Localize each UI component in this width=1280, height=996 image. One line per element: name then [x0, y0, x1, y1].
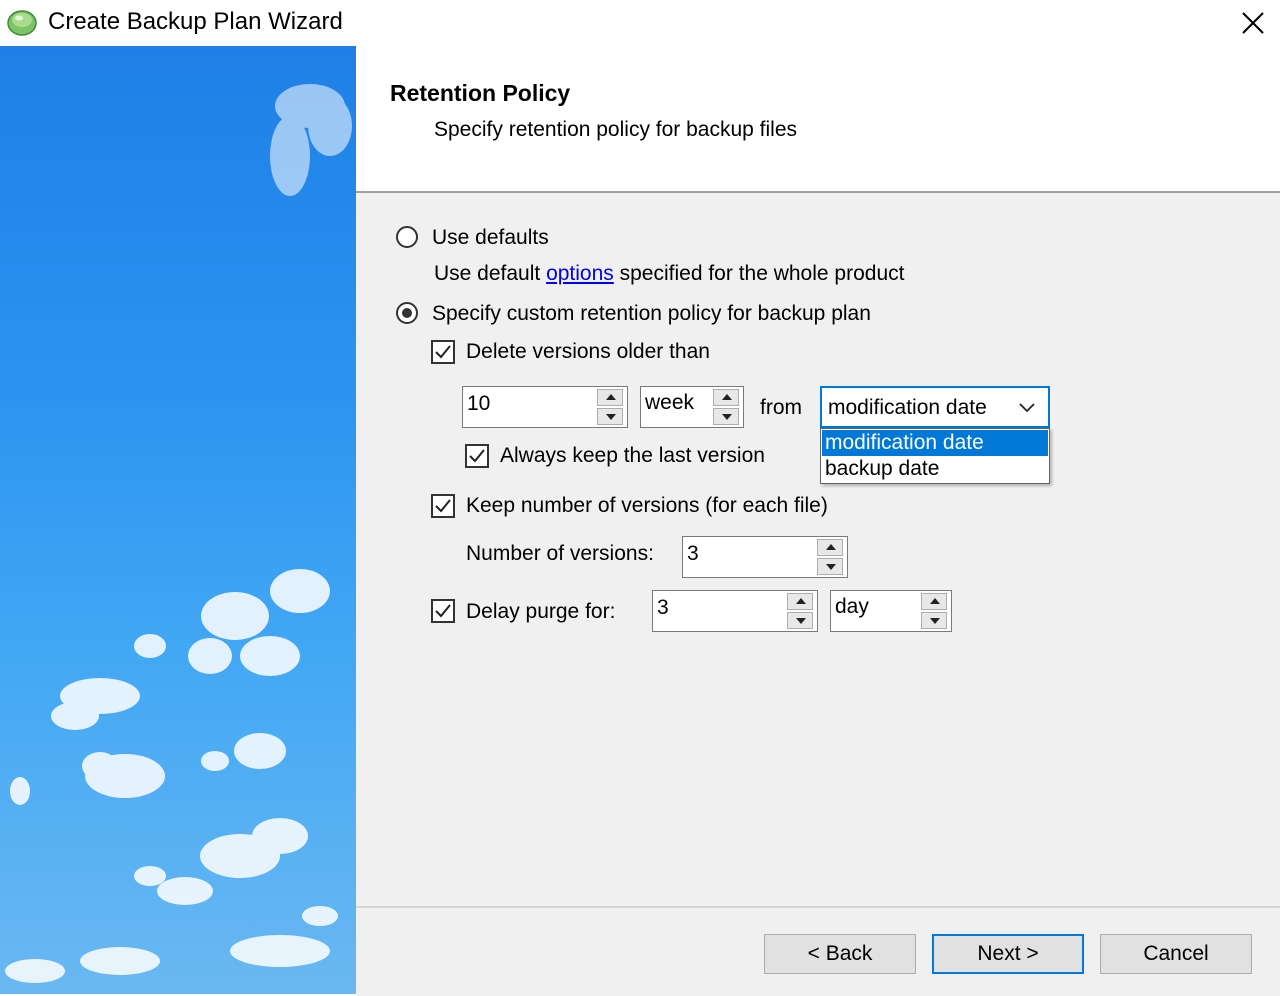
- option-backup-date[interactable]: backup date: [822, 456, 1048, 482]
- delete-versions-checkbox[interactable]: [431, 340, 455, 364]
- delay-purge-label[interactable]: Delay purge for:: [466, 600, 615, 624]
- close-icon: [1242, 12, 1264, 34]
- check-icon: [435, 604, 451, 618]
- custom-retention-radio[interactable]: [396, 302, 418, 324]
- from-label: from: [760, 396, 802, 419]
- spin-up-button[interactable]: [921, 593, 947, 610]
- use-defaults-radio[interactable]: [396, 226, 418, 248]
- custom-retention-label[interactable]: Specify custom retention policy for back…: [432, 302, 871, 326]
- keep-number-label[interactable]: Keep number of versions (for each file): [466, 494, 828, 518]
- keep-last-label[interactable]: Always keep the last version: [500, 444, 765, 468]
- check-icon: [435, 345, 451, 359]
- spin-up-button[interactable]: [597, 389, 623, 406]
- back-button[interactable]: < Back: [764, 934, 916, 974]
- check-icon: [469, 449, 485, 463]
- spin-up-button[interactable]: [817, 539, 843, 556]
- keep-number-checkbox[interactable]: [431, 494, 455, 518]
- delete-unit-stepper[interactable]: week: [640, 386, 744, 428]
- number-of-versions-label: Number of versions:: [466, 542, 654, 565]
- from-date-dropdown[interactable]: modification date: [820, 386, 1050, 428]
- defaults-desc-prefix: Use default: [434, 262, 547, 285]
- from-date-options-list: modification date backup date: [820, 428, 1050, 484]
- number-of-versions-stepper[interactable]: 3: [682, 536, 848, 578]
- delete-versions-label[interactable]: Delete versions older than: [466, 340, 710, 364]
- delete-age-value[interactable]: 10: [467, 392, 490, 416]
- spin-up-button[interactable]: [713, 389, 739, 406]
- use-defaults-description: Use default options specified for the wh…: [434, 262, 904, 286]
- from-date-selected: modification date: [828, 396, 987, 419]
- cancel-button[interactable]: Cancel: [1100, 934, 1252, 974]
- spin-down-button[interactable]: [713, 408, 739, 425]
- delay-purge-unit-value[interactable]: day: [835, 595, 869, 619]
- number-of-versions-value[interactable]: 3: [687, 542, 699, 566]
- spin-down-button[interactable]: [817, 558, 843, 575]
- page-subtitle: Specify retention policy for backup file…: [434, 118, 798, 141]
- delete-age-stepper[interactable]: 10: [462, 386, 628, 428]
- sidebar-image: [0, 46, 356, 994]
- app-logo-icon: [6, 6, 38, 38]
- window-title: Create Backup Plan Wizard: [48, 8, 343, 35]
- check-icon: [435, 499, 451, 513]
- use-defaults-label[interactable]: Use defaults: [432, 226, 549, 250]
- delay-purge-value[interactable]: 3: [657, 596, 669, 620]
- close-button[interactable]: [1226, 0, 1280, 46]
- keep-last-checkbox[interactable]: [465, 444, 489, 468]
- spin-down-button[interactable]: [597, 408, 623, 425]
- page-title: Retention Policy: [390, 80, 571, 106]
- option-modification-date[interactable]: modification date: [822, 430, 1048, 456]
- spin-down-button[interactable]: [787, 612, 813, 629]
- next-button[interactable]: Next >: [932, 934, 1084, 974]
- spin-down-button[interactable]: [921, 612, 947, 629]
- spin-up-button[interactable]: [787, 593, 813, 610]
- defaults-desc-suffix: specified for the whole product: [613, 262, 905, 285]
- delete-unit-value[interactable]: week: [645, 391, 694, 415]
- options-link[interactable]: options: [546, 262, 614, 285]
- delay-purge-stepper[interactable]: 3: [652, 590, 818, 632]
- radio-selected-dot: [402, 308, 412, 318]
- delay-purge-unit-stepper[interactable]: day: [830, 590, 952, 632]
- delay-purge-checkbox[interactable]: [431, 599, 455, 623]
- chevron-down-icon: [1019, 403, 1035, 413]
